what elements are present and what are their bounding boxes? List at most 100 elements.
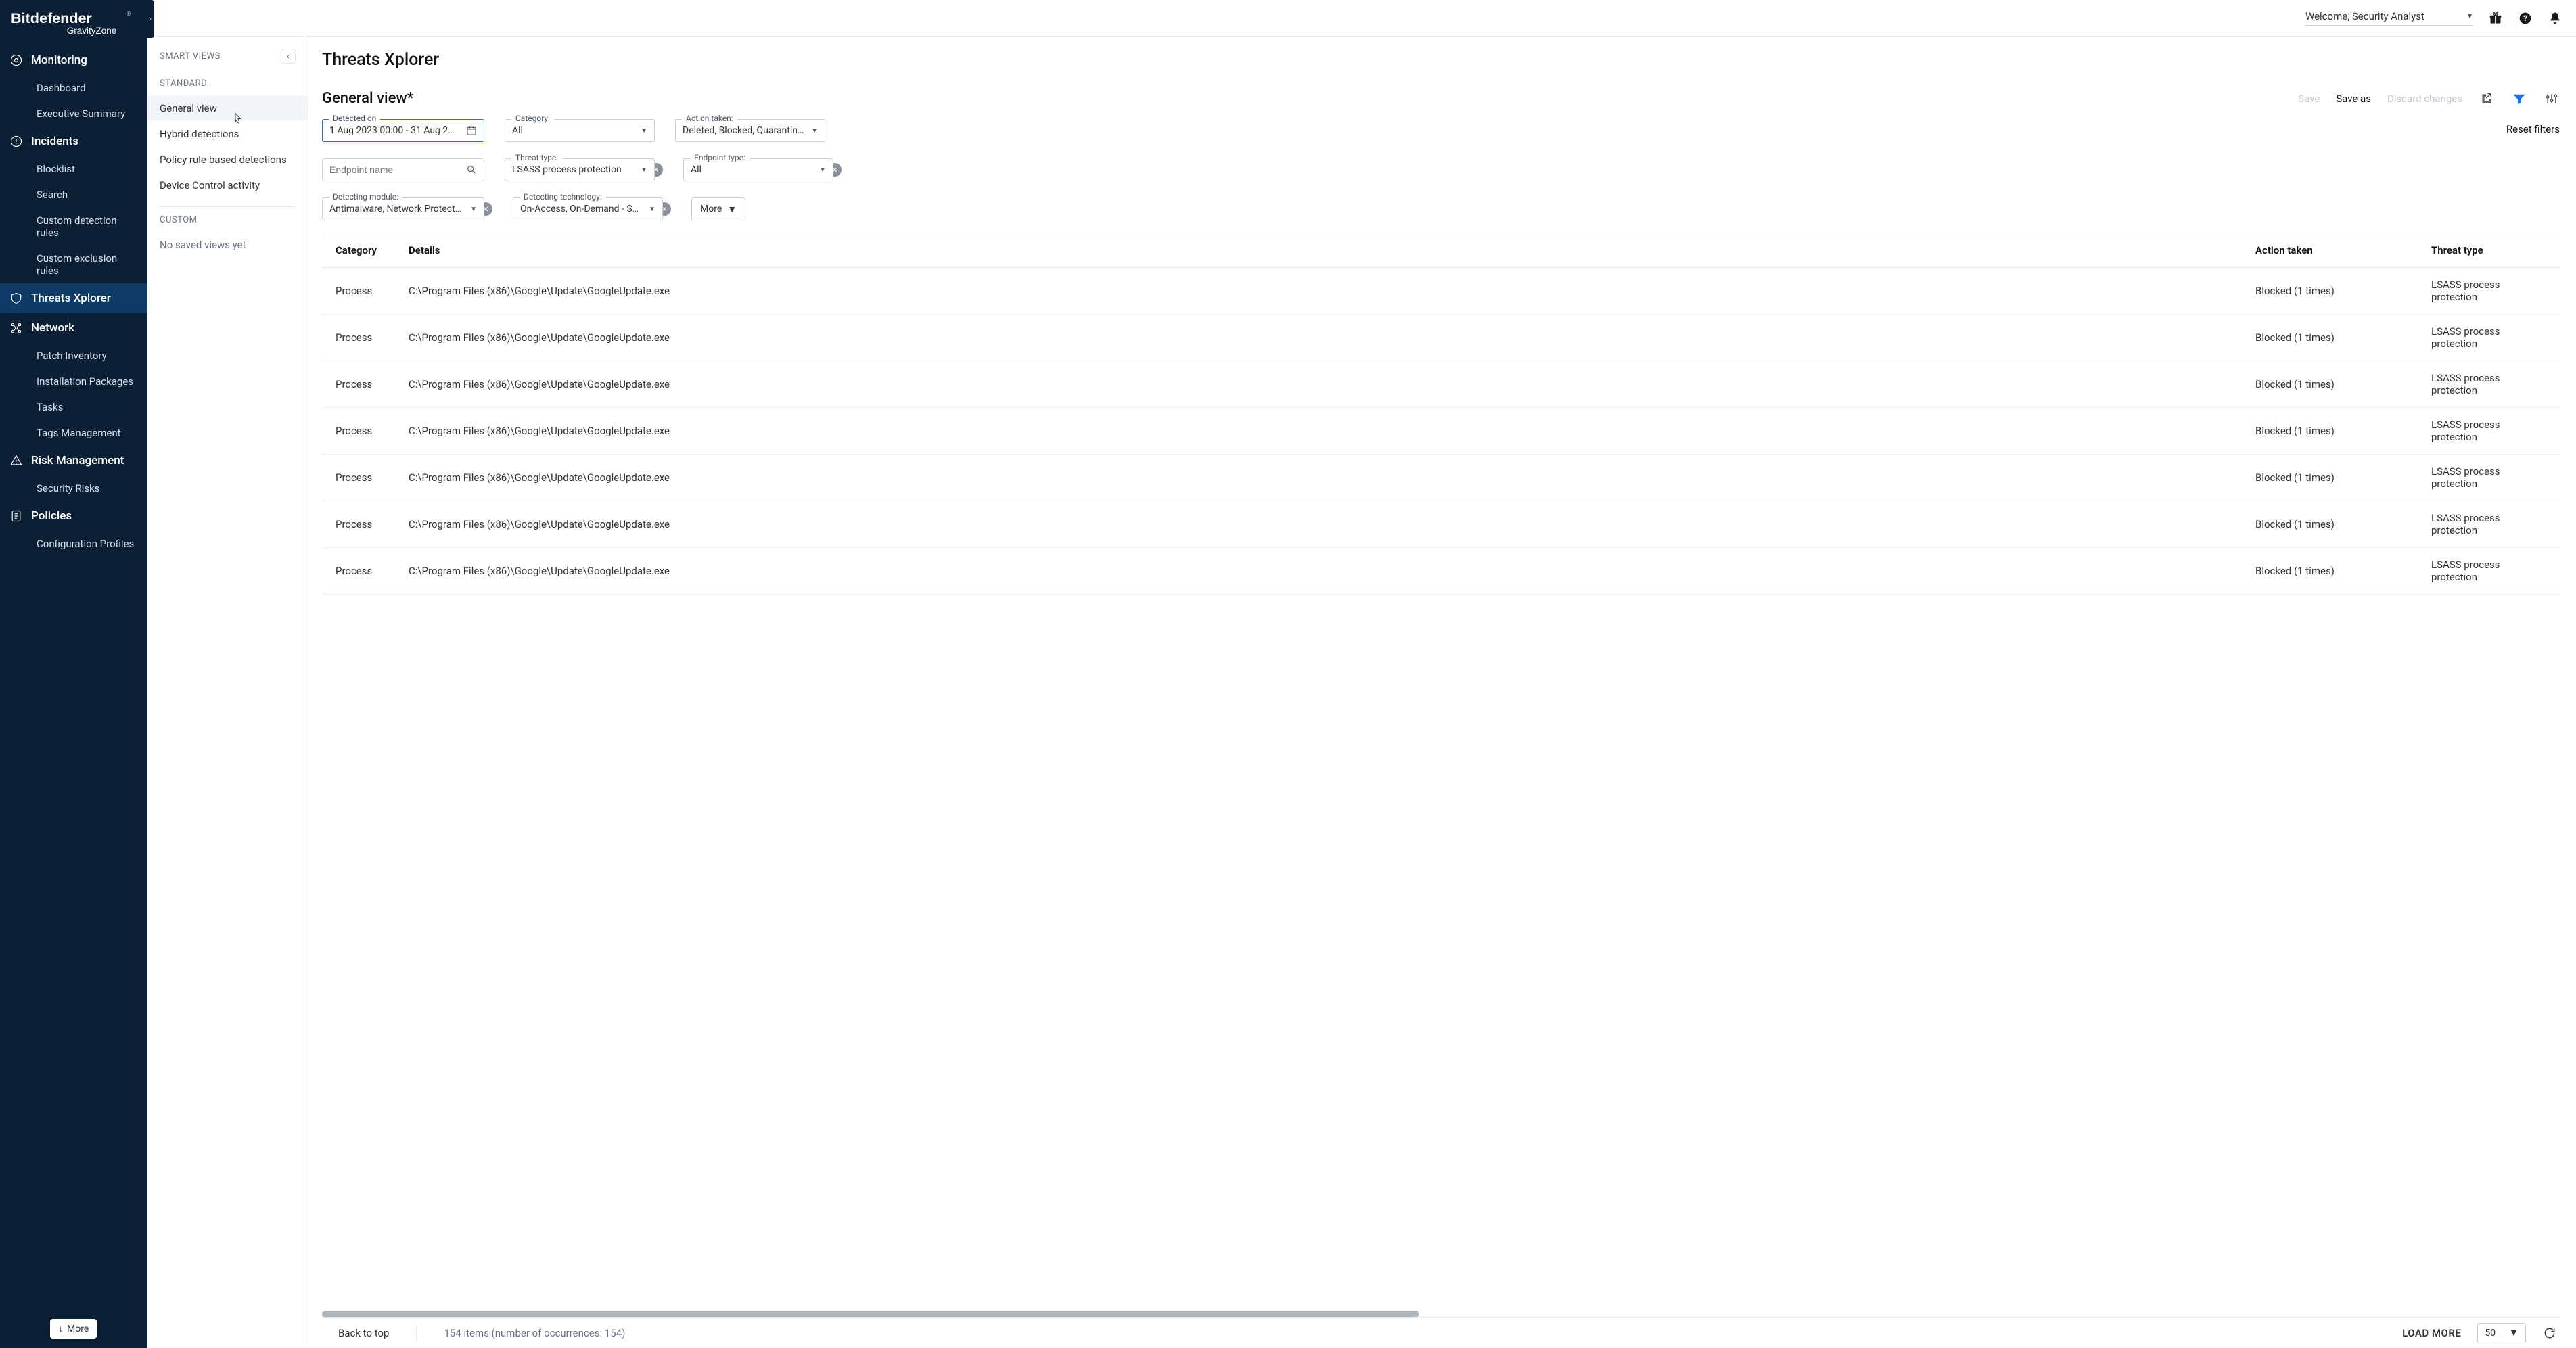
cell-category: Process [322, 321, 409, 354]
save-as-button[interactable]: Save as [2336, 93, 2371, 105]
topbar: Welcome, Security Analyst ▼ ? [147, 0, 2576, 37]
cell-threat: LSASS process protection [2431, 548, 2560, 594]
filter-value: Deleted, Blocked, Quarantined, Disi... [683, 125, 804, 136]
caret-down-icon: ▼ [727, 204, 737, 215]
filter-threat-type[interactable]: Threat type: LSASS process protection ▼ [505, 158, 655, 181]
more-filters-button[interactable]: More ▼ [691, 197, 745, 220]
filter-label: Detected on [329, 114, 380, 123]
nav-category-risk-management[interactable]: Risk Management [0, 446, 147, 475]
table-row[interactable]: ProcessC:\Program Files (x86)\Google\Upd… [322, 408, 2560, 455]
horizontal-scrollbar[interactable] [322, 1310, 2560, 1317]
filter-category[interactable]: Category: All ▼ [505, 119, 655, 142]
filter-label: Detecting technology: [520, 192, 606, 202]
cell-threat: LSASS process protection [2431, 315, 2560, 361]
smartview-item-general-view[interactable]: General view [147, 95, 308, 121]
smartview-item-policy-rule-based-detections[interactable]: Policy rule-based detections [147, 147, 308, 172]
nav-item-custom-detection-rules[interactable]: Custom detection rules [0, 208, 147, 246]
table-row[interactable]: ProcessC:\Program Files (x86)\Google\Upd… [322, 501, 2560, 548]
help-icon[interactable]: ? [2518, 11, 2533, 26]
nav-category-incidents[interactable]: Incidents [0, 126, 147, 156]
nav-category-icon [9, 292, 23, 305]
bell-icon[interactable] [2548, 11, 2562, 26]
nav-item-blocklist[interactable]: Blocklist [0, 156, 147, 182]
caret-down-icon: ▼ [649, 206, 656, 213]
column-header-details[interactable]: Details [409, 233, 2255, 267]
nav-category-monitoring[interactable]: Monitoring [0, 45, 147, 75]
column-header-threat[interactable]: Threat type [2431, 233, 2560, 267]
caret-down-icon: ▼ [470, 206, 477, 213]
nav-item-security-risks[interactable]: Security Risks [0, 475, 147, 501]
table-row[interactable]: ProcessC:\Program Files (x86)\Google\Upd… [322, 548, 2560, 595]
column-header-category[interactable]: Category [322, 233, 409, 267]
cell-threat: LSASS process protection [2431, 361, 2560, 407]
filter-label: Threat type: [511, 153, 562, 162]
brand-logo: Bitdefender ® GravityZone [0, 0, 147, 45]
smartview-item-hybrid-detections[interactable]: Hybrid detections [147, 121, 308, 147]
reset-filters-button[interactable]: Reset filters [2506, 123, 2560, 135]
caret-down-icon: ▼ [811, 127, 818, 135]
table-row[interactable]: ProcessC:\Program Files (x86)\Google\Upd… [322, 361, 2560, 408]
nav-item-installation-packages[interactable]: Installation Packages [0, 369, 147, 394]
cell-category: Process [322, 367, 409, 401]
filter-detecting-technology[interactable]: Detecting technology: On-Access, On-Dema… [513, 197, 663, 220]
table-body[interactable]: ProcessC:\Program Files (x86)\Google\Upd… [322, 268, 2560, 1310]
cell-category: Process [322, 461, 409, 494]
endpoint-name-input[interactable] [329, 164, 459, 175]
sidebar-collapse-handle[interactable]: ‹ [147, 0, 154, 38]
nav-category-icon [9, 53, 23, 67]
svg-text:®: ® [127, 11, 131, 17]
smartview-item-device-control-activity[interactable]: Device Control activity [147, 172, 308, 198]
nav-category-icon [9, 321, 23, 335]
refresh-icon[interactable] [2542, 1326, 2557, 1341]
smartviews-panel: SMART VIEWS ‹ STANDARD General viewHybri… [147, 37, 308, 1348]
nav-category-policies[interactable]: Policies [0, 501, 147, 531]
account-dropdown[interactable]: Welcome, Security Analyst ▼ [2305, 10, 2473, 26]
filter-endpoint-name[interactable] [322, 158, 484, 181]
filter-label: Endpoint type: [690, 153, 750, 162]
smartviews-custom-label: CUSTOM [147, 215, 308, 232]
filter-detecting-module[interactable]: Detecting module: Antimalware, Network P… [322, 197, 484, 220]
nav-item-patch-inventory[interactable]: Patch Inventory [0, 343, 147, 369]
export-icon[interactable] [2479, 91, 2495, 107]
discard-changes-button[interactable]: Discard changes [2387, 93, 2462, 105]
smartviews-collapse-button[interactable]: ‹ [281, 49, 296, 64]
sidebar-more-button[interactable]: ↓ More [50, 1319, 97, 1339]
cell-details: C:\Program Files (x86)\Google\Update\Goo… [409, 554, 2255, 588]
nav-category-network[interactable]: Network [0, 313, 147, 343]
nav-item-tags-management[interactable]: Tags Management [0, 420, 147, 446]
nav-item-dashboard[interactable]: Dashboard [0, 75, 147, 101]
back-to-top-button[interactable]: Back to top [325, 1327, 389, 1339]
settings-sliders-icon[interactable] [2544, 91, 2560, 107]
svg-text:GravityZone: GravityZone [67, 26, 116, 36]
load-more-button[interactable]: LOAD MORE [2402, 1327, 2461, 1339]
nav-item-tasks[interactable]: Tasks [0, 394, 147, 420]
nav-item-search[interactable]: Search [0, 182, 147, 208]
nav-item-custom-exclusion-rules[interactable]: Custom exclusion rules [0, 246, 147, 283]
nav-category-label: Risk Management [31, 454, 124, 467]
nav-item-executive-summary[interactable]: Executive Summary [0, 101, 147, 126]
filter-icon[interactable] [2511, 91, 2527, 107]
save-button[interactable]: Save [2298, 93, 2320, 105]
cell-category: Process [322, 414, 409, 448]
nav-category-threats-xplorer[interactable]: Threats Xplorer [0, 283, 147, 313]
table-row[interactable]: ProcessC:\Program Files (x86)\Google\Upd… [322, 315, 2560, 361]
filter-detected-on[interactable]: Detected on 1 Aug 2023 00:00 - 31 Aug 20… [322, 119, 484, 142]
column-header-action[interactable]: Action taken [2255, 233, 2431, 267]
view-actions: Save Save as Discard changes [2298, 91, 2560, 107]
filter-value: On-Access, On-Demand - Scan Tas... [520, 204, 642, 214]
table-row[interactable]: ProcessC:\Program Files (x86)\Google\Upd… [322, 268, 2560, 315]
cell-action: Blocked (1 times) [2255, 367, 2431, 401]
nav-item-configuration-profiles[interactable]: Configuration Profiles [0, 531, 147, 557]
table-row[interactable]: ProcessC:\Program Files (x86)\Google\Upd… [322, 455, 2560, 501]
cell-action: Blocked (1 times) [2255, 274, 2431, 308]
gift-icon[interactable] [2488, 11, 2503, 26]
cell-threat: LSASS process protection [2431, 501, 2560, 547]
scrollbar-thumb[interactable] [322, 1311, 1419, 1317]
page-size-select[interactable]: 50 ▼ [2477, 1323, 2526, 1343]
results-table: Category Details Action taken Threat typ… [322, 233, 2560, 1348]
cell-category: Process [322, 507, 409, 541]
nav-category-label: Threats Xplorer [31, 292, 111, 305]
filter-endpoint-type[interactable]: Endpoint type: All ▼ [683, 158, 833, 181]
smartviews-header: SMART VIEWS [160, 51, 221, 62]
filter-action-taken[interactable]: Action taken: Deleted, Blocked, Quaranti… [675, 119, 825, 142]
